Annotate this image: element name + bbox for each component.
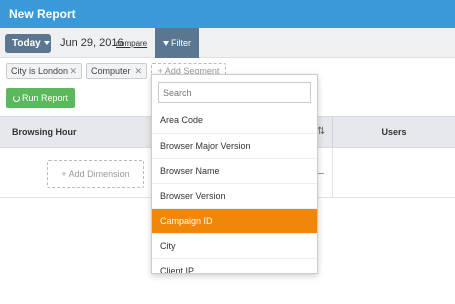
close-icon[interactable]: ✕ <box>69 64 77 78</box>
toolbar: Today Jun 29, 2016 compare Filter <box>0 28 455 58</box>
close-icon[interactable]: ✕ <box>134 64 142 78</box>
dropdown-item-client-ip[interactable]: Client IP <box>152 258 317 273</box>
dropdown-item-browser-major-version[interactable]: Browser Major Version <box>152 133 317 158</box>
filter-label: Filter <box>171 38 191 48</box>
search-input[interactable] <box>158 82 311 103</box>
dropdown-item-campaign-id[interactable]: Campaign ID <box>152 208 317 233</box>
run-report-label: Run Report <box>21 93 69 103</box>
dropdown-item-area-code[interactable]: Area Code <box>152 108 317 133</box>
filter-button[interactable]: Filter <box>155 28 199 58</box>
segment-chip-city[interactable]: City is London ✕ <box>6 63 82 79</box>
run-report-button[interactable]: Run Report <box>6 88 75 108</box>
segment-chip-label: City is London <box>11 66 69 76</box>
column-header-browsing-hour[interactable]: Browsing Hour <box>12 127 77 137</box>
segment-chip-label: Computer <box>91 66 131 76</box>
dropdown-item-city[interactable]: City <box>152 233 317 258</box>
today-button[interactable]: Today <box>5 34 51 53</box>
today-label: Today <box>12 38 41 49</box>
date-label: Jun 29, 2016 <box>60 37 124 49</box>
filter-dropdown: Area Code Browser Major Version Browser … <box>151 74 318 274</box>
page-title: New Report <box>0 0 455 28</box>
column-header-users[interactable]: Users <box>332 117 455 147</box>
filter-icon <box>163 41 169 47</box>
divider <box>332 148 333 198</box>
dropdown-item-browser-version[interactable]: Browser Version <box>152 183 317 208</box>
refresh-icon <box>12 95 20 103</box>
dropdown-item-browser-name[interactable]: Browser Name <box>152 158 317 183</box>
add-dimension-button[interactable]: + Add Dimension <box>47 160 144 188</box>
sort-icon[interactable]: ⇅ <box>317 126 325 137</box>
segment-chip-device[interactable]: Computer ✕ <box>86 63 147 79</box>
compare-link[interactable]: compare <box>116 39 147 48</box>
report-page: New Report Today Jun 29, 2016 compare Fi… <box>0 0 455 304</box>
chevron-down-icon <box>43 41 50 46</box>
dropdown-list: Area Code Browser Major Version Browser … <box>152 108 317 273</box>
